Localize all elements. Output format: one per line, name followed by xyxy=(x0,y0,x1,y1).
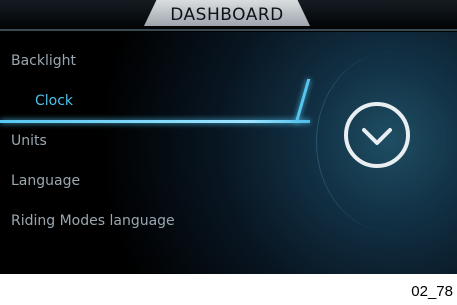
figure-code: 02_78 xyxy=(411,283,453,300)
menu-item-language[interactable]: Language xyxy=(0,164,310,198)
menu-item-label: Riding Modes language xyxy=(11,213,175,229)
menu-item-backlight[interactable]: Backlight xyxy=(0,44,310,78)
menu-item-clock[interactable]: Clock xyxy=(0,84,310,118)
clock-icon xyxy=(342,100,412,170)
menu-item-units[interactable]: Units xyxy=(0,124,310,158)
settings-menu: Backlight Clock Units Language Riding Mo… xyxy=(0,44,320,244)
page-title: DASHBOARD xyxy=(170,5,284,25)
menu-item-riding-modes-language[interactable]: Riding Modes language xyxy=(0,204,310,238)
menu-item-label: Clock xyxy=(35,93,74,109)
menu-item-label: Units xyxy=(11,133,47,149)
menu-item-label: Language xyxy=(11,173,81,189)
menu-item-label: Backlight xyxy=(11,53,77,69)
dashboard-screen: DASHBOARD Backlight Clock Units Language… xyxy=(0,0,457,274)
header-divider xyxy=(0,29,457,31)
selection-underline xyxy=(0,120,310,123)
